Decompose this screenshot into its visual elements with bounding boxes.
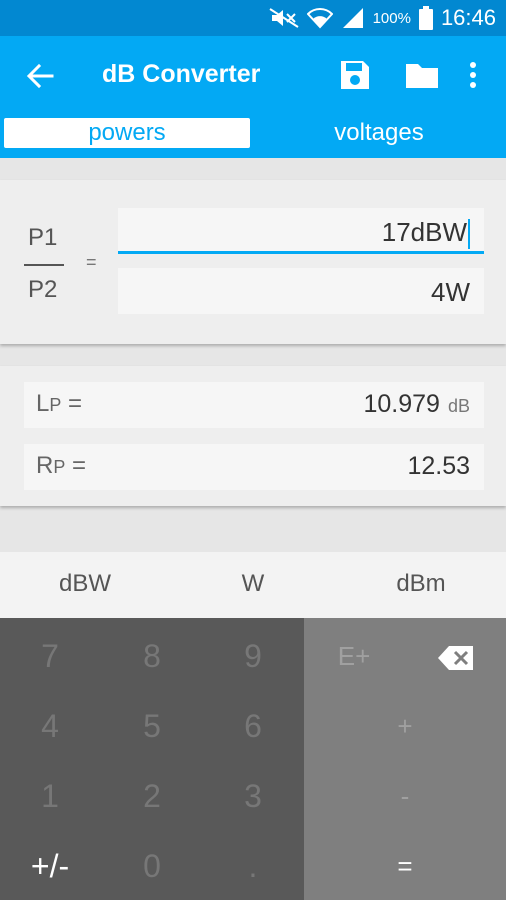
save-icon[interactable] [338,58,372,92]
rp-value: 12.53 [407,452,470,480]
clock: 16:46 [440,5,496,30]
key-9[interactable]: 9 [203,621,303,691]
battery-percentage: 100% [372,9,411,27]
key-0[interactable]: 0 [102,831,202,900]
p2-input[interactable]: 4W [118,268,484,314]
battery-icon [418,6,433,30]
lp-unit: dB [447,396,470,416]
key-1[interactable]: 1 [0,761,100,831]
backspace-button[interactable] [406,621,506,691]
tab-bar: powers voltages [0,116,506,158]
app-title: dB Converter [102,60,261,88]
unit-dbw-button[interactable]: dBW [10,570,160,598]
equals-sign: = [86,252,97,272]
status-icons: 100% 16:46 [269,4,496,32]
tab-voltages[interactable]: voltages [256,118,502,148]
key-4[interactable]: 4 [0,691,100,761]
unit-w-button[interactable]: W [178,570,328,598]
key-e-plus[interactable]: E+ [304,621,404,691]
key-equals[interactable]: = [304,831,506,900]
key-minus[interactable]: - [304,761,506,831]
unit-dbm-button[interactable]: dBm [346,570,496,598]
key-plus-minus[interactable]: +/- [0,831,100,900]
key-8[interactable]: 8 [102,621,202,691]
p2-value: 4W [431,277,470,307]
key-7[interactable]: 7 [0,621,100,691]
backspace-icon [438,646,473,671]
unit-selector-bar: dBW W dBm [0,552,506,618]
key-5[interactable]: 5 [102,691,202,761]
lp-result-row: LP = 10.979 dB [24,382,484,428]
key-plus[interactable]: + [304,691,506,761]
mute-icon [269,8,299,28]
lp-label: LP = [36,390,83,417]
key-2[interactable]: 2 [102,761,202,831]
p1-label: P1 [28,224,58,251]
rp-result-row: RP = 12.53 [24,444,484,490]
wifi-icon [306,8,333,29]
more-vert-icon[interactable] [462,58,484,92]
p2-label: P2 [28,276,58,303]
text-cursor [468,219,470,250]
key-3[interactable]: 3 [203,761,303,831]
tab-powers[interactable]: powers [4,118,250,148]
signal-icon [342,8,363,28]
rp-label: RP = [36,452,87,479]
folder-icon[interactable] [404,58,440,92]
operator-pad: E+ + - = [304,618,506,900]
numeric-keypad: 7 8 9 4 5 6 1 2 3 +/- 0 . [0,618,304,900]
status-bar: 100% 16:46 [0,0,506,36]
fraction-line [24,264,64,266]
power-ratio-card: P1 P2 = 17dBW 4W [0,180,506,344]
key-6[interactable]: 6 [203,691,303,761]
lp-value: 10.979 dB [363,390,471,418]
key-decimal[interactable]: . [203,831,303,900]
app-bar: dB Converter [0,36,506,116]
results-card: LP = 10.979 dB RP = 12.53 [0,366,506,506]
p1-input[interactable]: 17dBW [118,208,484,254]
arrow-back-icon[interactable] [22,58,58,94]
p1-value: 17dBW [381,217,467,247]
